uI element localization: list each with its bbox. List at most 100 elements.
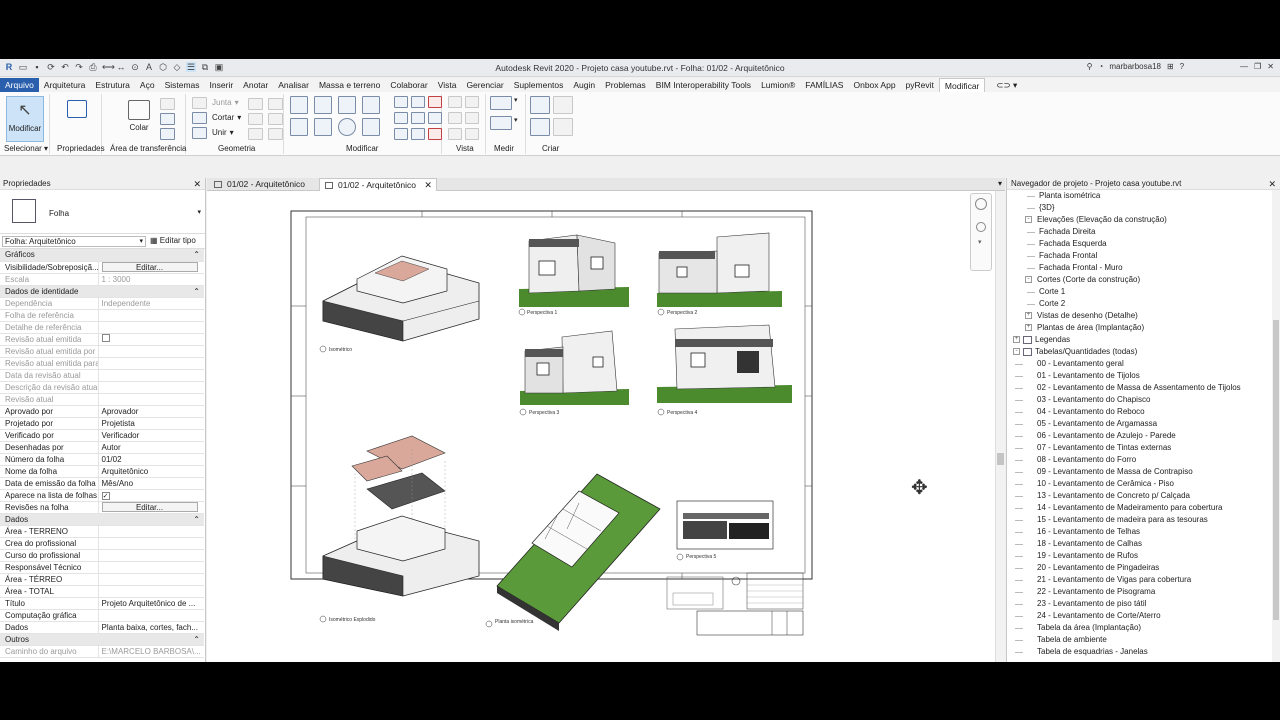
tab-familias[interactable]: FAMÍLIAS	[800, 78, 848, 92]
measure-between-icon[interactable]	[490, 96, 512, 110]
tab-colaborar[interactable]: Colaborar	[385, 78, 432, 92]
browser-item[interactable]: Corte 1	[1007, 286, 1273, 298]
help-icon[interactable]: ?	[1180, 62, 1184, 71]
edit-button[interactable]: Editar...	[101, 262, 198, 272]
browser-item[interactable]: + Vistas de desenho (Detalhe)	[1007, 310, 1273, 322]
tab-aco[interactable]: Aço	[135, 78, 160, 92]
instance-filter-select[interactable]: Folha: Arquitetônico ▾	[2, 236, 146, 247]
move-icon[interactable]	[290, 118, 308, 136]
scrollbar-thumb[interactable]	[997, 453, 1004, 465]
browser-item[interactable]: Fachada Frontal	[1007, 250, 1273, 262]
collapse-icon[interactable]: -	[1013, 348, 1020, 355]
property-value[interactable]	[98, 537, 204, 550]
view-tab-inactive[interactable]: 01/02 - Arquitetônico	[209, 178, 317, 191]
browser-item[interactable]: 03 - Levantamento do Chapisco	[1007, 394, 1273, 406]
tab-analisar[interactable]: Analisar	[273, 78, 314, 92]
browser-item[interactable]: 15 - Levantamento de madeira para as tes…	[1007, 514, 1273, 526]
ribbon-options-icon[interactable]: ⊂⊃ ▾	[991, 78, 1022, 92]
tab-suplementos[interactable]: Suplementos	[509, 78, 569, 92]
browser-item[interactable]: 02 - Levantamento de Massa de Assentamen…	[1007, 382, 1273, 394]
create-parts-icon[interactable]	[553, 96, 573, 114]
tab-modificar[interactable]: Modificar	[938, 78, 986, 92]
close-icon[interactable]: ✕	[1267, 62, 1274, 71]
close-browser-icon[interactable]: ✕	[1268, 178, 1276, 190]
pin-icon[interactable]	[428, 112, 442, 124]
unir-button[interactable]: Unir ▾	[192, 126, 234, 139]
checkbox[interactable]	[101, 334, 110, 342]
collapse-icon[interactable]: ⌃	[193, 515, 200, 524]
tab-augin[interactable]: Augin	[568, 78, 600, 92]
tab-gerenciar[interactable]: Gerenciar	[461, 78, 508, 92]
browser-item[interactable]: 19 - Levantamento de Rufos	[1007, 550, 1273, 562]
user-name[interactable]: marbarbosa18	[1109, 62, 1161, 71]
view-tab-active[interactable]: 01/02 - Arquitetônico ✕	[319, 178, 437, 191]
property-value[interactable]	[98, 609, 204, 622]
split-gap-icon[interactable]	[411, 96, 425, 108]
zoom-dropdown-icon[interactable]: ▾	[978, 238, 982, 246]
browser-item[interactable]: 16 - Levantamento de Telhas	[1007, 526, 1273, 538]
binoculars-icon[interactable]: ⚲	[1087, 62, 1093, 71]
copy-icon[interactable]	[314, 118, 332, 136]
browser-item[interactable]: + Legendas	[1007, 334, 1273, 346]
property-value[interactable]: Planta baixa, cortes, fach...	[98, 621, 204, 634]
property-value[interactable]	[98, 585, 204, 598]
property-value[interactable]: Verificador	[98, 429, 204, 442]
property-value[interactable]: Aprovador	[98, 405, 204, 418]
browser-item[interactable]: 06 - Levantamento de Azulejo - Parede	[1007, 430, 1273, 442]
property-value[interactable]: Projetista	[98, 417, 204, 430]
cortar-button[interactable]: Cortar ▾	[192, 111, 241, 124]
property-value[interactable]	[98, 321, 204, 334]
collapse-icon[interactable]: -	[1025, 276, 1032, 283]
measure-dropdown-icon[interactable]: ▾	[514, 96, 522, 110]
tab-problemas[interactable]: Problemas	[600, 78, 651, 92]
select-view-icon[interactable]	[465, 112, 479, 124]
cut-profile-icon[interactable]	[448, 128, 462, 140]
property-value[interactable]: Editar...	[98, 501, 204, 514]
browser-item[interactable]: 10 - Levantamento de Cerâmica - Piso	[1007, 478, 1273, 490]
property-section-header[interactable]: Dados ⌃	[0, 513, 204, 526]
tab-inserir[interactable]: Inserir	[205, 78, 239, 92]
browser-item[interactable]: 21 - Levantamento de Vigas para cobertur…	[1007, 574, 1273, 586]
browser-item[interactable]: Corte 2	[1007, 298, 1273, 310]
modificar-button[interactable]: ↖ Modificar	[6, 96, 44, 142]
property-value[interactable]: Projeto Arquitetônico de ...	[98, 597, 204, 610]
expand-icon[interactable]: +	[1025, 312, 1032, 319]
create-similar-icon[interactable]	[553, 118, 573, 136]
property-value[interactable]: Arquitetônico	[98, 465, 204, 478]
rotate-icon[interactable]	[338, 118, 356, 136]
tab-pyrevit[interactable]: pyRevit	[901, 78, 939, 92]
demolish-paint-icon[interactable]	[268, 113, 283, 125]
split-icon[interactable]	[394, 96, 408, 108]
array-icon[interactable]	[394, 112, 408, 124]
override-graphics-icon[interactable]	[465, 96, 479, 108]
collapse-icon[interactable]: -	[1025, 216, 1032, 223]
tabs-menu-icon[interactable]: ▾	[998, 179, 1002, 188]
property-section-header[interactable]: Outros ⌃	[0, 633, 204, 646]
property-value[interactable]	[98, 369, 204, 382]
tab-vista[interactable]: Vista	[433, 78, 462, 92]
property-value[interactable]: Independente	[98, 297, 204, 310]
close-tab-icon[interactable]: ✕	[424, 180, 432, 190]
browser-item[interactable]: Tabela de esquadrias - Janelas	[1007, 646, 1273, 658]
browser-scrollbar[interactable]	[1272, 190, 1280, 662]
unpin-icon[interactable]	[428, 96, 442, 108]
tab-estrutura[interactable]: Estrutura	[90, 78, 135, 92]
expand-icon[interactable]: +	[1025, 324, 1032, 331]
paint-icon[interactable]	[248, 113, 263, 125]
property-value[interactable]: 01/02	[98, 453, 204, 466]
cart-icon[interactable]: ⊞	[1167, 62, 1174, 71]
browser-item[interactable]: Fachada Esquerda	[1007, 238, 1273, 250]
tab-onbox[interactable]: Onbox App	[848, 78, 900, 92]
property-value[interactable]	[98, 393, 204, 406]
browser-item[interactable]: + Plantas de área (Implantação)	[1007, 322, 1273, 334]
browser-item[interactable]: 14 - Levantamento de Madeiramento para c…	[1007, 502, 1273, 514]
selecionar-dropdown[interactable]: Selecionar ▾	[4, 144, 48, 153]
property-value[interactable]: E:\MARCELO BARBOSA\...	[98, 645, 204, 658]
property-value[interactable]: Mês/Ano	[98, 477, 204, 490]
browser-item[interactable]: Fachada Direita	[1007, 226, 1273, 238]
browser-item[interactable]: 04 - Levantamento do Reboco	[1007, 406, 1273, 418]
create-group-icon[interactable]	[530, 118, 550, 136]
browser-item[interactable]: Tabela da área (Implantação)	[1007, 622, 1273, 634]
browser-item[interactable]: 22 - Levantamento de Pisograma	[1007, 586, 1273, 598]
tab-anotar[interactable]: Anotar	[238, 78, 273, 92]
